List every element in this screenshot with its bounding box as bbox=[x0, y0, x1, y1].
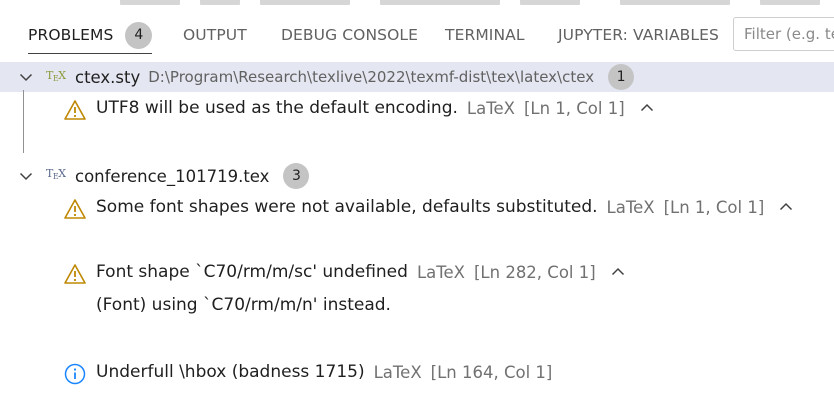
problem-message: Underfull \hbox (badness 1715) bbox=[96, 362, 365, 382]
tab-debug-console[interactable]: DEBUG CONSOLE bbox=[281, 10, 418, 60]
chevron-up-icon[interactable] bbox=[778, 199, 794, 215]
tex-file-icon: TEX bbox=[46, 167, 66, 181]
chevron-down-icon[interactable] bbox=[18, 69, 34, 85]
chevron-up-icon[interactable] bbox=[639, 100, 655, 116]
problems-count-badge: 4 bbox=[125, 21, 153, 49]
problem-source: LaTeX bbox=[466, 98, 515, 118]
tab-problems-label: PROBLEMS bbox=[28, 26, 114, 44]
file-row-conference-tex[interactable]: TEX conference_101719.tex 3 bbox=[0, 161, 834, 191]
filter-input[interactable] bbox=[733, 17, 834, 51]
problem-source: LaTeX bbox=[373, 362, 422, 382]
tab-output[interactable]: OUTPUT bbox=[183, 10, 247, 60]
tab-terminal[interactable]: TERMINAL bbox=[445, 10, 525, 60]
info-icon bbox=[64, 363, 86, 385]
problem-message: Font shape `C70/rm/m/sc' undefined bbox=[96, 262, 408, 282]
warning-icon bbox=[64, 199, 86, 219]
file-name: conference_101719.tex bbox=[75, 166, 270, 186]
problem-message: Some font shapes were not available, def… bbox=[96, 197, 598, 217]
problem-source: LaTeX bbox=[606, 197, 655, 217]
problem-detail: (Font) using `C70/rm/m/n' instead. bbox=[96, 295, 391, 315]
warning-icon bbox=[64, 264, 86, 284]
problem-message: UTF8 will be used as the default encodin… bbox=[96, 98, 458, 118]
problem-location: [Ln 164, Col 1] bbox=[430, 362, 553, 382]
chevron-up-icon[interactable] bbox=[610, 264, 626, 280]
tree-indent-guide bbox=[23, 90, 24, 153]
problem-location: [Ln 1, Col 1] bbox=[523, 98, 625, 118]
file-problem-count: 1 bbox=[608, 64, 635, 90]
panel-tabs: PROBLEMS 4 OUTPUT DEBUG CONSOLE TERMINAL… bbox=[0, 10, 834, 60]
tab-output-label: OUTPUT bbox=[183, 26, 247, 44]
file-row-ctex-sty[interactable]: TEX ctex.sty D:\Program\Research\texlive… bbox=[0, 62, 834, 92]
file-problem-count: 3 bbox=[283, 163, 310, 189]
tab-terminal-label: TERMINAL bbox=[445, 26, 525, 44]
tab-jupyter-variables-label: JUPYTER: VARIABLES bbox=[558, 26, 719, 44]
problem-location: [Ln 282, Col 1] bbox=[473, 262, 596, 282]
warning-icon bbox=[64, 100, 86, 120]
tab-jupyter-variables[interactable]: JUPYTER: VARIABLES bbox=[558, 10, 719, 60]
problem-source: LaTeX bbox=[416, 262, 465, 282]
tex-file-icon: TEX bbox=[46, 69, 66, 83]
file-path: D:\Program\Research\texlive\2022\texmf-d… bbox=[148, 68, 595, 86]
file-name: ctex.sty bbox=[75, 67, 141, 87]
chevron-down-icon[interactable] bbox=[18, 168, 34, 184]
problem-location: [Ln 1, Col 1] bbox=[663, 197, 765, 217]
tab-debug-console-label: DEBUG CONSOLE bbox=[281, 26, 419, 44]
tab-problems[interactable]: PROBLEMS 4 bbox=[28, 10, 153, 60]
clipped-editor-strip bbox=[0, 0, 834, 6]
